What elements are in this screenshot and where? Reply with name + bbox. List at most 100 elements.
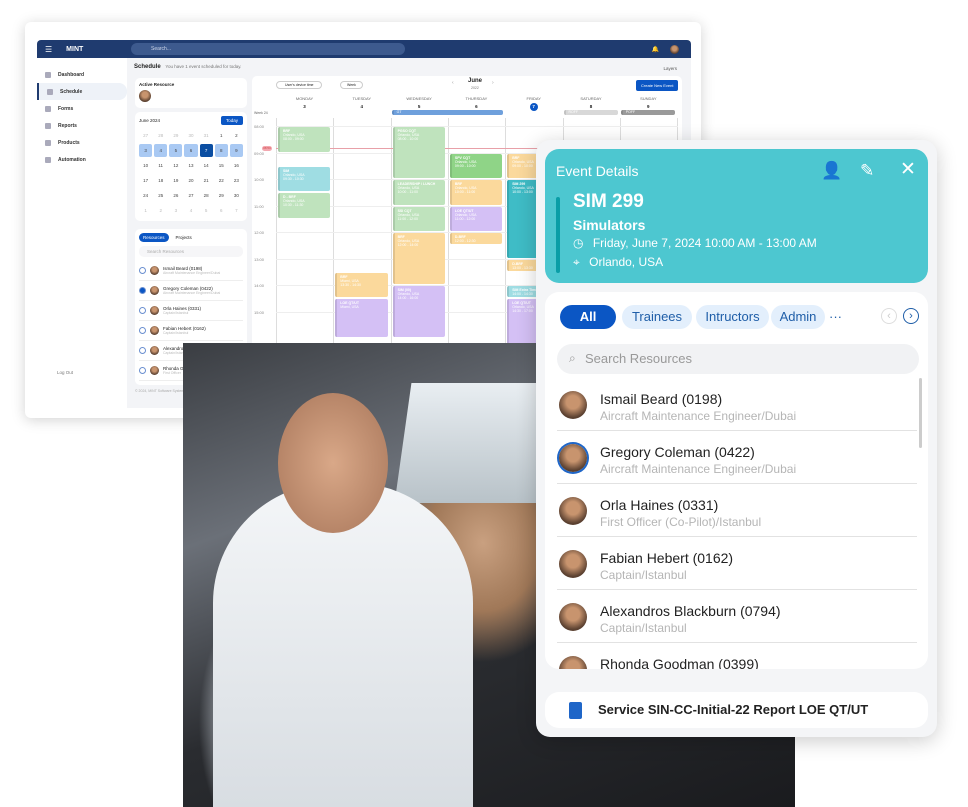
- day-header-saturday[interactable]: SATURDAY 8: [563, 96, 620, 109]
- tab-projects[interactable]: Projects: [172, 233, 196, 242]
- today-button[interactable]: Today: [220, 116, 243, 125]
- mini-cal-day[interactable]: 8: [214, 144, 228, 157]
- resource-search-input[interactable]: Search Resources: [557, 344, 919, 374]
- mini-cal-day[interactable]: 7: [199, 144, 213, 157]
- mini-cal-day[interactable]: 11: [154, 159, 168, 172]
- tab-resources[interactable]: Resources: [139, 233, 169, 242]
- more-filters-icon[interactable]: ···: [829, 309, 842, 324]
- notification-icon[interactable]: 🔔: [652, 46, 659, 53]
- all-day-event[interactable]: POFF: [620, 110, 676, 115]
- day-header-thursday[interactable]: THURSDAY 6: [448, 96, 505, 109]
- mini-cal-day[interactable]: 22: [214, 174, 228, 187]
- resource-row[interactable]: Fabian Hebert (0162) Captain/Istanbul: [557, 537, 917, 590]
- search-input[interactable]: Search...: [131, 43, 405, 55]
- sidebar-item-products[interactable]: Products: [37, 134, 127, 151]
- day-header-tuesday[interactable]: TUESDAY 4: [333, 96, 390, 109]
- view-select[interactable]: Week: [340, 81, 363, 89]
- next-week-button[interactable]: ›: [492, 80, 494, 86]
- resource-checkbox[interactable]: [139, 287, 146, 294]
- next-filter-button[interactable]: ›: [903, 308, 919, 324]
- mini-cal-day[interactable]: 6: [214, 204, 228, 217]
- mini-cal-day[interactable]: 12: [169, 159, 183, 172]
- mini-cal-day[interactable]: 24: [139, 189, 153, 202]
- resource-checkbox[interactable]: [139, 307, 146, 314]
- calendar-event[interactable]: D-BRF 12:00 - 12:30: [449, 233, 503, 245]
- sidebar-item-schedule[interactable]: Schedule: [37, 83, 127, 100]
- resource-checkbox[interactable]: [139, 327, 146, 334]
- calendar-event[interactable]: SSI CQT Orlando, USA 11:00 - 12:00: [392, 206, 445, 231]
- mini-cal-day[interactable]: 20: [184, 174, 198, 187]
- mini-cal-day[interactable]: 3: [169, 204, 183, 217]
- edit-icon[interactable]: ✎: [860, 161, 874, 181]
- resource-checkbox[interactable]: [139, 347, 146, 354]
- calendar-event[interactable]: BRF Miami, USA 13:30 - 14:30: [335, 272, 388, 298]
- sidebar-item-forms[interactable]: Forms: [37, 100, 127, 117]
- resource-item[interactable]: Fabian Hebert (0162) Captain/Istanbul: [139, 321, 243, 341]
- layers-button[interactable]: Layers: [663, 66, 677, 71]
- mini-cal-day[interactable]: 10: [139, 159, 153, 172]
- mini-cal-day[interactable]: 29: [214, 189, 228, 202]
- resource-item[interactable]: Gregory Coleman (0422) Aircraft Maintenan…: [139, 281, 243, 301]
- mini-cal-day[interactable]: 1: [139, 204, 153, 217]
- sidebar-item-dashboard[interactable]: Dashboard: [37, 66, 127, 83]
- mini-cal-day[interactable]: 13: [184, 159, 198, 172]
- sidebar-item-reports[interactable]: Reports: [37, 117, 127, 134]
- sidebar-item-automation[interactable]: Automation: [37, 151, 127, 168]
- day-header-friday[interactable]: FRIDAY 7: [505, 96, 562, 111]
- resource-row[interactable]: Gregory Coleman (0422) Aircraft Maintenan…: [557, 431, 917, 484]
- report-link[interactable]: Service SIN-CC-Initial-22 Report LOE QT/…: [545, 692, 928, 728]
- mini-cal-day[interactable]: 5: [199, 204, 213, 217]
- mini-cal-day[interactable]: 4: [154, 144, 168, 157]
- mini-cal-day[interactable]: 7: [229, 204, 243, 217]
- mini-cal-day[interactable]: 30: [229, 189, 243, 202]
- mini-cal-day[interactable]: 23: [229, 174, 243, 187]
- resource-checkbox[interactable]: [139, 367, 146, 374]
- calendar-event[interactable]: SIM (00) Orlando, USA 14:00 - 16:00: [392, 286, 445, 337]
- calendar-event[interactable]: BRF Orlando, USA 08:00 - 09:00: [278, 127, 331, 152]
- calendar-event[interactable]: SPV CQT Orlando, USA 09:00 - 10:00: [449, 153, 503, 178]
- mini-cal-day[interactable]: 19: [169, 174, 183, 187]
- calendar-event[interactable]: LEADERSHIP / LUNCH Orlando, USA 10:00 - 11…: [392, 180, 445, 205]
- calendar-event[interactable]: SIM Orlando, USA 09:30 - 10:30: [278, 166, 331, 192]
- mini-cal-day[interactable]: 27: [184, 189, 198, 202]
- filter-trainees[interactable]: Trainees: [622, 305, 692, 329]
- mini-cal-day[interactable]: 25: [154, 189, 168, 202]
- calendar-event[interactable]: LOE QT/UT Miami, USA: [335, 299, 388, 337]
- mini-cal-day[interactable]: 6: [184, 144, 198, 157]
- mini-cal-day[interactable]: 28: [199, 189, 213, 202]
- resource-row[interactable]: Alexandros Blackburn (0794) Captain/Istan…: [557, 590, 917, 643]
- active-resource-avatar[interactable]: [139, 90, 151, 102]
- user-avatar[interactable]: [670, 44, 679, 54]
- mini-cal-day[interactable]: 15: [214, 159, 228, 172]
- remove-user-icon[interactable]: 👤: [821, 161, 842, 181]
- resource-row[interactable]: Rhonda Goodman (0399): [557, 643, 917, 669]
- scrollbar[interactable]: [919, 378, 922, 448]
- resource-search[interactable]: Search Resources: [139, 246, 243, 257]
- all-day-event[interactable]: GT: [391, 110, 504, 115]
- prev-week-button[interactable]: ‹: [452, 80, 454, 86]
- mini-cal-day[interactable]: 27: [139, 129, 153, 142]
- mini-cal-day[interactable]: 28: [154, 129, 168, 142]
- filter-intructors[interactable]: Intructors: [696, 305, 769, 329]
- mini-cal-day[interactable]: 30: [184, 129, 198, 142]
- mini-cal-day[interactable]: 9: [229, 144, 243, 157]
- mini-cal-day[interactable]: 14: [199, 159, 213, 172]
- resource-item[interactable]: Ismail Beard (0198) Aircraft Maintenance …: [139, 261, 243, 281]
- filter-admin[interactable]: Admin: [771, 305, 825, 329]
- mini-cal-day[interactable]: 17: [139, 174, 153, 187]
- resource-row[interactable]: Ismail Beard (0198) Aircraft Maintenance …: [557, 378, 917, 431]
- mini-cal-day[interactable]: 31: [199, 129, 213, 142]
- day-header-sunday[interactable]: SUNDAY 9: [620, 96, 677, 109]
- logout-link[interactable]: Log Out: [57, 370, 73, 375]
- mini-cal-day[interactable]: 18: [154, 174, 168, 187]
- resource-item[interactable]: Orla Haines (0331) Captain/Istanbul: [139, 301, 243, 321]
- close-icon[interactable]: ✕: [900, 158, 916, 181]
- calendar-event[interactable]: D - BRF Orlando, USA 10:30 - 11:30: [278, 193, 331, 218]
- resource-row[interactable]: Orla Haines (0331) First Officer (Co-Pilo…: [557, 484, 917, 537]
- menu-icon[interactable]: ☰: [45, 45, 52, 54]
- mini-cal-day[interactable]: 2: [229, 129, 243, 142]
- filter-all[interactable]: All: [560, 305, 616, 329]
- mini-cal-day[interactable]: 5: [169, 144, 183, 157]
- day-header-wednesday[interactable]: WEDNESDAY 5: [391, 96, 448, 109]
- mini-cal-day[interactable]: 16: [229, 159, 243, 172]
